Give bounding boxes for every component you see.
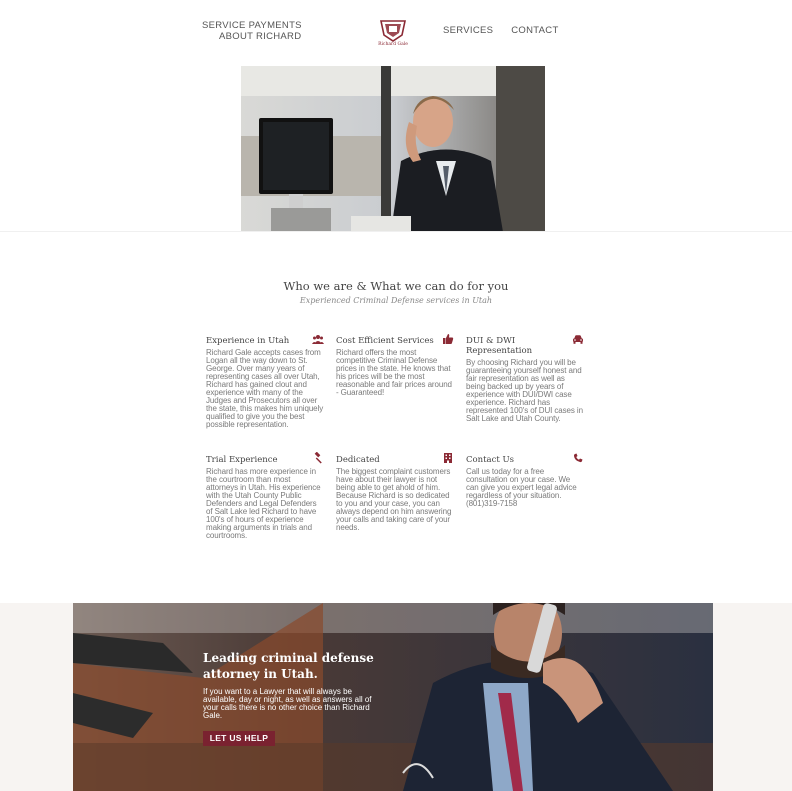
feature-text: Richard offers the most competitive Crim… (336, 348, 452, 397)
let-us-help-button[interactable]: LET US HELP (203, 731, 275, 746)
feature-experience-in-utah: Experience in Utah Richard Gale accepts … (206, 335, 324, 429)
feature-text: By choosing Richard you will be guarante… (466, 358, 583, 423)
nav-services[interactable]: SERVICES (443, 25, 493, 36)
feature-text: Richard Gale accepts cases from Logan al… (206, 348, 324, 429)
nav-right: SERVICES CONTACT (443, 25, 574, 36)
feature-title: Contact Us (466, 455, 514, 465)
section-title: Who we are & What we can do for you (283, 279, 509, 293)
banner-text: If you want to a Lawyer that will always… (203, 687, 372, 720)
thumbs-up-icon (443, 334, 454, 344)
feature-contact-us: Contact Us Call us today for a free cons… (466, 453, 584, 508)
feature-dui-dwi: DUI & DWI Representation By choosing Ric… (466, 335, 584, 423)
feature-title: Trial Experience (206, 455, 278, 465)
feature-text: The biggest complaint customers have abo… (336, 467, 452, 532)
feature-title: Experience in Utah (206, 336, 290, 346)
feature-trial-experience: Trial Experience Richard has more experi… (206, 452, 324, 540)
users-icon (312, 335, 324, 344)
svg-text:Richard Gale: Richard Gale (378, 41, 408, 47)
feature-dedicated: Dedicated The biggest complaint customer… (336, 453, 454, 532)
nav-left: SERVICE PAYMENTS ABOUT RICHARD (202, 20, 302, 42)
hero-image (241, 66, 545, 232)
feature-title: DUI & DWI Representation (466, 336, 533, 356)
nav-service-payments[interactable]: SERVICE PAYMENTS (202, 20, 302, 31)
phone-icon (573, 453, 583, 463)
section-subtitle: Experienced Criminal Defense services in… (299, 296, 493, 305)
feature-title: Cost Efficient Services (336, 336, 434, 346)
hero-divider (0, 231, 792, 232)
feature-text: Call us today for a free consultation on… (466, 467, 577, 508)
feature-text: Richard has more experience in the court… (206, 467, 321, 540)
gavel-icon (314, 452, 322, 464)
site-header: SERVICE PAYMENTS ABOUT RICHARD Richard G… (0, 0, 792, 66)
feature-cost-efficient: Cost Efficient Services Richard offers t… (336, 334, 454, 397)
site-logo[interactable]: Richard Gale (375, 15, 411, 49)
feature-title: Dedicated (336, 455, 380, 465)
banner-title: Leading criminal defense attorney in Uta… (203, 651, 374, 681)
building-icon (444, 453, 452, 463)
nav-about-richard[interactable]: ABOUT RICHARD (202, 31, 302, 42)
banner-image (73, 603, 713, 791)
nav-contact[interactable]: CONTACT (511, 25, 558, 36)
car-icon (573, 335, 583, 344)
